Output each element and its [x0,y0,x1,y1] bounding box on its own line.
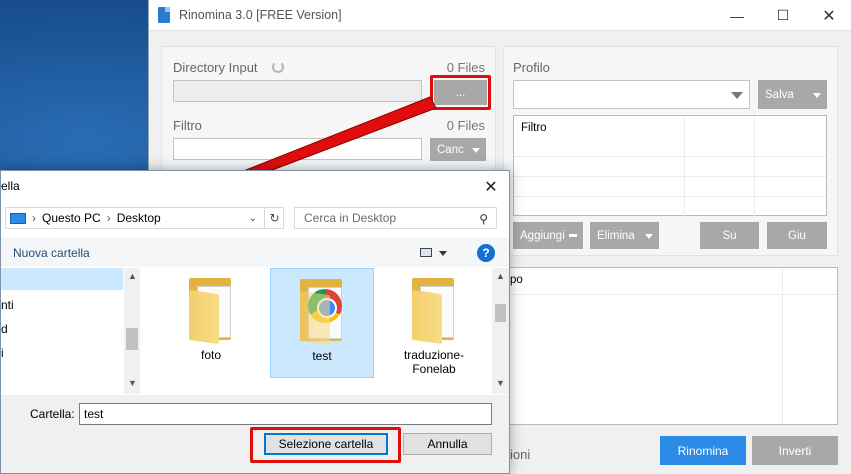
folder-name: test [312,349,332,363]
computer-icon [10,212,26,224]
scroll-up-icon[interactable]: ▲ [128,271,137,281]
folder-name: foto [200,348,221,362]
search-placeholder: Cerca in Desktop [304,211,397,225]
address-bar[interactable]: › Questo PC › Desktop ⌄ [5,207,284,229]
close-icon[interactable]: ✕ [479,175,503,199]
file-scrollbar[interactable]: ▲ ▼ [492,268,509,394]
help-icon[interactable]: ? [477,244,495,262]
cancel-button[interactable]: Annulla [403,433,492,455]
chevron-down-icon[interactable]: ⌄ [249,213,257,224]
file-list: foto test traduzione-Fonelab [141,268,492,394]
folder-item-test[interactable]: test [270,268,374,378]
nav-item[interactable]: d [1,322,8,336]
chevron-right-icon: › [106,211,111,225]
nav-scrollbar[interactable]: ▲ ▼ [124,268,140,394]
scroll-down-icon[interactable]: ▼ [496,378,505,388]
scroll-thumb[interactable] [495,304,506,322]
folder-item-foto[interactable]: foto [159,268,263,378]
nav-selected-item[interactable] [1,268,123,290]
folder-name-input[interactable]: test [79,403,492,425]
new-folder-button[interactable]: Nuova cartella [13,246,90,260]
select-folder-dialog: ella ✕ › Questo PC › Desktop ⌄ ↻ Cerca i… [0,170,510,474]
nav-item[interactable]: i [1,346,4,360]
chevron-down-icon[interactable] [439,251,447,256]
dialog-title: ella [1,179,20,193]
breadcrumb-this-pc[interactable]: Questo PC [42,211,101,225]
view-options-icon[interactable] [420,248,432,257]
annotation-highlight [250,427,401,463]
chrome-folder-icon [294,275,350,346]
folder-item-traduzione[interactable]: traduzione-Fonelab [382,268,486,378]
dialog-toolbar: Nuova cartella ? [1,238,509,267]
folder-field-label: Cartella: [30,407,75,421]
scroll-thumb[interactable] [126,328,138,350]
search-icon: ⚲ [479,212,488,226]
scroll-up-icon[interactable]: ▲ [496,271,505,281]
nav-item[interactable]: nti [1,298,14,312]
refresh-icon[interactable]: ↻ [264,207,284,229]
folder-icon [406,274,462,345]
folder-name: traduzione-Fonelab [403,348,465,376]
navigation-pane: nti d i ▲ ▼ [1,268,140,394]
search-input[interactable]: Cerca in Desktop ⚲ [294,207,497,229]
breadcrumb-desktop[interactable]: Desktop [117,211,161,225]
folder-icon [183,274,239,345]
chevron-right-icon: › [32,211,36,225]
scroll-down-icon[interactable]: ▼ [128,378,137,388]
